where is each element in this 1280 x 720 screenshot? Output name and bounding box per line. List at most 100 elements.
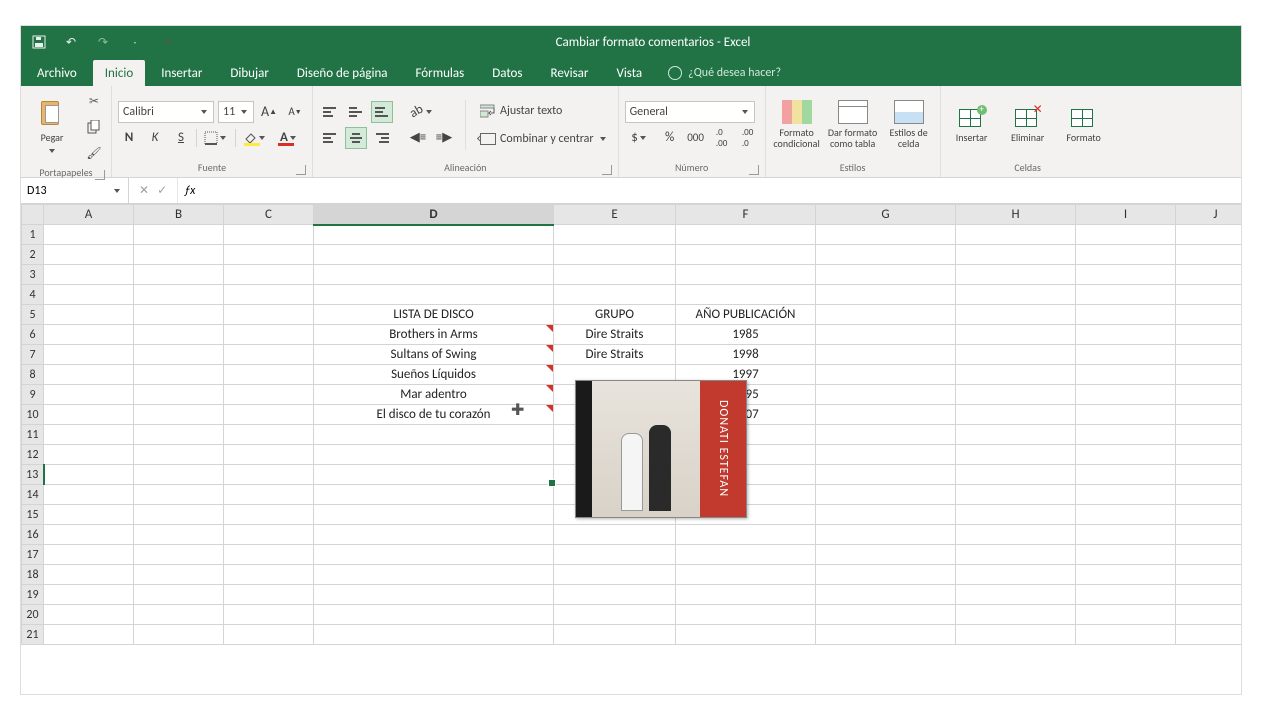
tab-data[interactable]: Datos [480, 60, 534, 86]
cell[interactable] [956, 245, 1076, 265]
cell[interactable] [956, 505, 1076, 525]
undo-icon[interactable]: ↶ [61, 32, 81, 52]
cell[interactable] [1076, 465, 1176, 485]
cell[interactable] [224, 445, 314, 465]
cell[interactable] [224, 305, 314, 325]
cell[interactable] [224, 505, 314, 525]
cell[interactable] [956, 565, 1076, 585]
cell[interactable] [224, 545, 314, 565]
cell[interactable] [224, 625, 314, 645]
cell[interactable] [816, 525, 956, 545]
dialog-launcher-icon[interactable] [749, 165, 759, 175]
enter-icon[interactable]: ✓ [157, 183, 167, 198]
cell[interactable] [314, 505, 554, 525]
cell[interactable] [224, 425, 314, 445]
cell[interactable] [44, 565, 134, 585]
cell[interactable] [816, 385, 956, 405]
cell[interactable] [1076, 565, 1176, 585]
cell[interactable] [816, 305, 956, 325]
cell[interactable] [1076, 405, 1176, 425]
cell[interactable] [44, 345, 134, 365]
row-header[interactable]: 17 [22, 545, 44, 565]
cell[interactable] [554, 585, 676, 605]
cell[interactable] [224, 585, 314, 605]
cell[interactable] [676, 605, 816, 625]
dialog-launcher-icon[interactable] [95, 170, 105, 180]
row-header[interactable]: 13 [22, 465, 44, 485]
cell[interactable] [816, 425, 956, 445]
cell[interactable] [224, 285, 314, 305]
cell[interactable]: Mar adentro [314, 385, 554, 405]
cell[interactable] [816, 505, 956, 525]
decrease-font-button[interactable]: A▼ [284, 101, 306, 123]
bold-button[interactable]: N [118, 127, 140, 149]
col-header[interactable]: H [956, 205, 1076, 225]
cell[interactable] [44, 265, 134, 285]
cell[interactable] [224, 345, 314, 365]
decrease-indent-button[interactable]: ◀≡ [407, 127, 429, 149]
cell[interactable] [676, 225, 816, 245]
cell[interactable] [44, 365, 134, 385]
increase-font-button[interactable]: A▲ [258, 101, 280, 123]
cell[interactable] [956, 525, 1076, 545]
align-right-button[interactable] [371, 127, 393, 149]
cut-button[interactable] [83, 90, 105, 112]
cell[interactable] [224, 405, 314, 425]
cell[interactable] [1176, 445, 1242, 465]
cell[interactable] [224, 605, 314, 625]
cell[interactable] [134, 405, 224, 425]
cell[interactable] [44, 385, 134, 405]
cell[interactable] [956, 385, 1076, 405]
cell[interactable] [44, 545, 134, 565]
cell[interactable] [134, 345, 224, 365]
cell[interactable] [554, 565, 676, 585]
cell[interactable] [816, 545, 956, 565]
cell[interactable] [134, 545, 224, 565]
cell[interactable] [314, 625, 554, 645]
row-header[interactable]: 14 [22, 485, 44, 505]
cell[interactable] [956, 545, 1076, 565]
cell[interactable] [816, 245, 956, 265]
row-header[interactable]: 12 [22, 445, 44, 465]
row-header[interactable]: 6 [22, 325, 44, 345]
redo-icon[interactable]: ↷ [93, 32, 113, 52]
cell[interactable] [554, 605, 676, 625]
cell[interactable] [676, 245, 816, 265]
tab-insert[interactable]: Insertar [149, 60, 214, 86]
select-all-button[interactable] [22, 205, 44, 225]
row-header[interactable]: 8 [22, 365, 44, 385]
col-header[interactable]: A [44, 205, 134, 225]
tab-review[interactable]: Revisar [539, 60, 601, 86]
cell[interactable] [314, 465, 554, 485]
cell[interactable] [1176, 305, 1242, 325]
cell[interactable]: Dire Straits [554, 345, 676, 365]
cell[interactable] [816, 605, 956, 625]
cell[interactable] [134, 585, 224, 605]
cell[interactable] [676, 265, 816, 285]
cell[interactable] [44, 245, 134, 265]
cell[interactable] [314, 245, 554, 265]
cell[interactable] [816, 325, 956, 345]
cell[interactable] [956, 625, 1076, 645]
cell[interactable] [314, 605, 554, 625]
cell[interactable] [1176, 265, 1242, 285]
cell[interactable] [554, 545, 676, 565]
cell[interactable] [314, 585, 554, 605]
cell[interactable]: Brothers in Arms [314, 325, 554, 345]
cell[interactable] [134, 305, 224, 325]
cell[interactable] [44, 605, 134, 625]
cell[interactable] [134, 325, 224, 345]
cell[interactable] [134, 465, 224, 485]
cell[interactable] [816, 625, 956, 645]
cell[interactable] [44, 325, 134, 345]
delete-cells-button[interactable]: ✕ Eliminar [1003, 92, 1053, 158]
cell[interactable] [816, 465, 956, 485]
cell[interactable] [956, 425, 1076, 445]
row-header[interactable]: 2 [22, 245, 44, 265]
cell[interactable] [314, 565, 554, 585]
row-header[interactable]: 21 [22, 625, 44, 645]
row-header[interactable]: 16 [22, 525, 44, 545]
dialog-launcher-icon[interactable] [602, 165, 612, 175]
decrease-decimal-button[interactable]: .00.0 [737, 127, 759, 149]
align-center-button[interactable] [345, 127, 367, 149]
